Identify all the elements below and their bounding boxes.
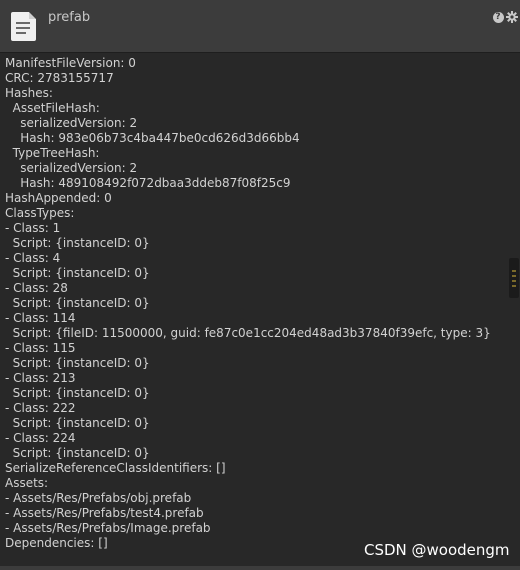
manifest-line: Script: {fileID: 11500000, guid: fe87c0e… xyxy=(5,326,491,340)
manifest-line: Hashes: xyxy=(5,86,53,100)
inspector-header: prefab ? xyxy=(0,0,520,53)
manifest-line: - Class: 28 xyxy=(5,281,68,295)
manifest-line: Script: {instanceID: 0} xyxy=(5,236,150,250)
watermark: CSDN @woodengm xyxy=(364,541,510,559)
manifest-line: Hash: 983e06b73c4ba447be0cd626d3d66bb4 xyxy=(5,131,300,145)
manifest-line: ClassTypes: xyxy=(5,206,75,220)
manifest-line: serializedVersion: 2 xyxy=(5,161,138,175)
manifest-line: - Class: 115 xyxy=(5,341,76,355)
manifest-line: SerializeReferenceClassIdentifiers: [] xyxy=(5,461,226,475)
manifest-line: Script: {instanceID: 0} xyxy=(5,446,150,460)
manifest-line: AssetFileHash: xyxy=(5,101,100,115)
manifest-line: - Assets/Res/Prefabs/test4.prefab xyxy=(5,506,204,520)
manifest-line: Script: {instanceID: 0} xyxy=(5,296,150,310)
file-icon xyxy=(11,12,36,41)
bottom-bar xyxy=(0,566,520,570)
manifest-line: - Class: 114 xyxy=(5,311,76,325)
manifest-line: CRC: 2783155717 xyxy=(5,71,114,85)
manifest-line: - Assets/Res/Prefabs/obj.prefab xyxy=(5,491,192,505)
manifest-line: Assets: xyxy=(5,476,49,490)
manifest-line: HashAppended: 0 xyxy=(5,191,112,205)
inspector-panel: prefab ? ManifestFileVersion: 0 CRC: 2783… xyxy=(0,0,520,570)
manifest-line: Script: {instanceID: 0} xyxy=(5,416,150,430)
manifest-line: ManifestFileVersion: 0 xyxy=(5,56,136,70)
manifest-line: - Class: 213 xyxy=(5,371,76,385)
gear-icon[interactable] xyxy=(506,11,518,23)
manifest-line: - Class: 4 xyxy=(5,251,61,265)
manifest-text: ManifestFileVersion: 0 CRC: 2783155717 Has… xyxy=(5,56,505,551)
manifest-line: Script: {instanceID: 0} xyxy=(5,266,150,280)
manifest-line: TypeTreeHash: xyxy=(5,146,100,160)
manifest-line: - Assets/Res/Prefabs/Image.prefab xyxy=(5,521,211,535)
help-icon[interactable]: ? xyxy=(492,11,504,23)
manifest-line: serializedVersion: 2 xyxy=(5,116,138,130)
manifest-line: Script: {instanceID: 0} xyxy=(5,386,150,400)
manifest-line: Script: {instanceID: 0} xyxy=(5,356,150,370)
manifest-line: Hash: 489108492f072dbaa3ddeb87f08f25c9 xyxy=(5,176,291,190)
scrollbar-thumb[interactable] xyxy=(509,258,519,298)
asset-title: prefab xyxy=(48,10,91,25)
manifest-line: - Class: 224 xyxy=(5,431,76,445)
manifest-line: - Class: 1 xyxy=(5,221,61,235)
manifest-line: - Class: 222 xyxy=(5,401,76,415)
